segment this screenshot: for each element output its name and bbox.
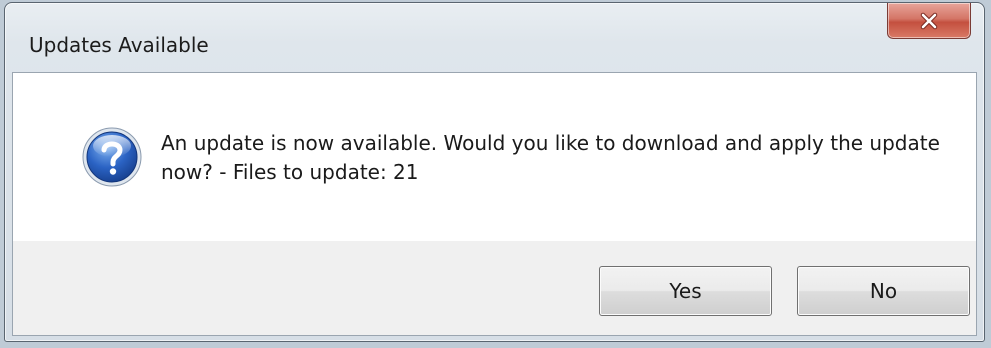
no-button[interactable]: No [797, 266, 970, 316]
dialog-client-area: An update is now available. Would you li… [12, 72, 977, 336]
title-bar[interactable]: Updates Available [5, 3, 984, 73]
close-button[interactable] [887, 3, 971, 39]
yes-button[interactable]: Yes [599, 266, 772, 316]
button-row: Yes No [13, 241, 976, 335]
dialog-window: Updates Available An update is now avail… [4, 2, 985, 342]
message-area: An update is now available. Would you li… [13, 73, 976, 241]
dialog-message: An update is now available. Would you li… [161, 131, 940, 184]
close-icon [920, 12, 938, 29]
question-icon [82, 127, 142, 187]
dialog-title: Updates Available [29, 33, 209, 57]
